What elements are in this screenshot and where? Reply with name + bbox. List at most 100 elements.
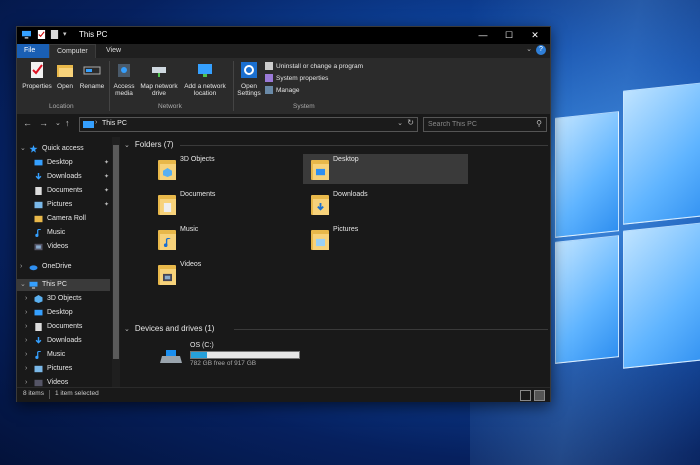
folder-icon — [158, 193, 176, 215]
sidebar-item-pictures[interactable]: › Pictures — [17, 363, 110, 375]
details-view-icon[interactable] — [520, 390, 531, 401]
folder-tile-documents[interactable]: Documents — [150, 189, 315, 219]
sidebar-item-quick-access[interactable]: ⌄ Quick access — [17, 143, 110, 155]
up-arrow-icon[interactable]: ↑ — [65, 118, 70, 128]
system-properties-button[interactable]: System properties — [265, 74, 328, 84]
access-media-button[interactable]: Access media — [111, 61, 137, 97]
folder-tile-downloads[interactable]: Downloads — [303, 189, 468, 219]
sidebar-item-3d-objects[interactable]: › 3D Objects — [17, 293, 110, 305]
maximize-button[interactable]: ☐ — [496, 28, 522, 42]
network-drive-icon — [152, 67, 166, 77]
large-icons-view-icon[interactable] — [534, 390, 545, 401]
ribbon-divider — [233, 61, 234, 111]
minimize-button[interactable]: — — [470, 28, 496, 42]
tab-view[interactable]: View — [99, 44, 128, 58]
properties-button[interactable]: Properties — [20, 61, 54, 90]
drive-usage-bar — [190, 351, 300, 359]
manage-icon — [265, 86, 273, 95]
collapse-ribbon-icon[interactable]: ⌄ — [526, 45, 532, 53]
manage-button[interactable]: Manage — [265, 86, 300, 96]
selection-count: 1 item selected — [55, 390, 99, 397]
folder-tile-pictures[interactable]: Pictures — [303, 224, 468, 254]
folder-icon — [311, 158, 329, 180]
group-label-system: System — [293, 103, 315, 110]
tab-computer[interactable]: Computer — [49, 44, 96, 59]
group-divider — [234, 329, 548, 330]
chevron-down-icon: ⌄ — [124, 142, 130, 149]
close-button[interactable]: ✕ — [522, 28, 548, 42]
sidebar-scrollbar[interactable] — [112, 137, 120, 387]
sidebar-item-videos[interactable]: Videos — [17, 241, 110, 253]
refresh-icon[interactable]: ↻ — [407, 118, 414, 127]
folder-icon — [311, 228, 329, 250]
rename-icon — [83, 66, 101, 75]
new-folder-quick-icon[interactable] — [50, 30, 59, 39]
music-icon — [35, 351, 42, 359]
recent-locations-icon[interactable]: ⌄ — [55, 119, 61, 127]
sidebar-item-music[interactable]: › Music — [17, 349, 110, 361]
sidebar-item-documents[interactable]: Documents ✦ — [17, 185, 110, 197]
folders-group-header[interactable]: ⌄ Folders (7) — [124, 140, 174, 149]
pictures-icon — [34, 365, 43, 373]
properties-icon — [31, 62, 43, 78]
forward-arrow-icon[interactable]: → — [39, 118, 48, 128]
folder-tile-3d-objects[interactable]: 3D Objects — [150, 154, 315, 184]
back-arrow-icon[interactable]: ← — [23, 118, 32, 128]
search-box[interactable]: ⚲ — [423, 117, 547, 132]
file-explorer-window: ▾ This PC — ☐ ✕ File Computer View ⌄ ? P… — [16, 26, 551, 402]
search-input[interactable] — [424, 118, 528, 131]
chevron-down-icon: ⌄ — [124, 326, 130, 333]
sidebar-item-this-pc[interactable]: ⌄ This PC — [17, 279, 110, 291]
this-pc-icon — [22, 30, 31, 39]
devices-group-header[interactable]: ⌄ Devices and drives (1) — [124, 324, 214, 333]
videos-icon — [34, 379, 43, 387]
sidebar-item-downloads[interactable]: Downloads ✦ — [17, 171, 110, 183]
navigation-pane: ⌄ Quick access Desktop ✦ Downloads ✦ Docum… — [17, 137, 110, 387]
rename-button[interactable]: Rename — [77, 61, 107, 90]
sidebar-item-videos[interactable]: › Videos — [17, 377, 110, 387]
group-label-location: Location — [49, 103, 74, 110]
folder-tile-music[interactable]: Music — [150, 224, 315, 254]
open-button[interactable]: Open — [54, 61, 76, 90]
desktop-icon — [34, 309, 43, 316]
tab-file[interactable]: File — [17, 44, 49, 58]
folder-tile-videos[interactable]: Videos — [150, 259, 315, 289]
uninstall-program-button[interactable]: Uninstall or change a program — [265, 62, 363, 72]
this-pc-icon — [83, 121, 94, 128]
sidebar-item-documents[interactable]: › Documents — [17, 321, 110, 333]
computer-icon — [29, 281, 38, 289]
pin-icon: ✦ — [104, 202, 110, 208]
cloud-icon — [29, 265, 38, 271]
breadcrumb-this-pc[interactable]: This PC — [102, 120, 127, 127]
open-settings-button[interactable]: Open Settings — [235, 61, 263, 97]
ribbon: Properties Open Rename Location Access m… — [17, 58, 550, 115]
system-properties-icon — [265, 74, 273, 83]
map-network-drive-button[interactable]: Map network drive — [139, 61, 179, 97]
desktop-icon — [34, 159, 43, 166]
sidebar-item-camera-roll[interactable]: Camera Roll — [17, 213, 110, 225]
folder-icon — [311, 193, 329, 215]
sidebar-item-onedrive[interactable]: › OneDrive — [17, 261, 110, 273]
drive-tile-os-c[interactable]: OS (C:) 782 GB free of 917 GB — [152, 342, 322, 372]
scrollbar-thumb[interactable] — [113, 145, 119, 359]
folder-icon — [158, 263, 176, 285]
videos-icon — [34, 243, 43, 251]
sidebar-item-pictures[interactable]: Pictures ✦ — [17, 199, 110, 211]
properties-quick-icon[interactable] — [37, 30, 46, 39]
folder-tile-desktop[interactable]: Desktop — [303, 154, 468, 184]
sidebar-item-music[interactable]: Music — [17, 227, 110, 239]
ribbon-tabs: File Computer View ⌄ ? — [17, 44, 550, 59]
sidebar-item-desktop[interactable]: › Desktop — [17, 307, 110, 319]
address-bar[interactable]: › This PC ⌄ ↻ — [79, 117, 418, 132]
customize-toolbar-icon[interactable]: ▾ — [63, 30, 67, 38]
sidebar-item-downloads[interactable]: › Downloads — [17, 335, 110, 347]
address-dropdown-icon[interactable]: ⌄ — [397, 119, 403, 127]
add-network-location-button[interactable]: Add a network location — [181, 61, 229, 97]
status-bar: 8 items 1 item selected — [17, 387, 550, 402]
sidebar-item-desktop[interactable]: Desktop ✦ — [17, 157, 110, 169]
uninstall-icon — [265, 62, 273, 71]
help-icon[interactable]: ? — [536, 45, 546, 55]
pin-icon: ✦ — [104, 188, 110, 194]
pictures-icon — [34, 201, 43, 209]
ribbon-divider — [109, 61, 110, 111]
